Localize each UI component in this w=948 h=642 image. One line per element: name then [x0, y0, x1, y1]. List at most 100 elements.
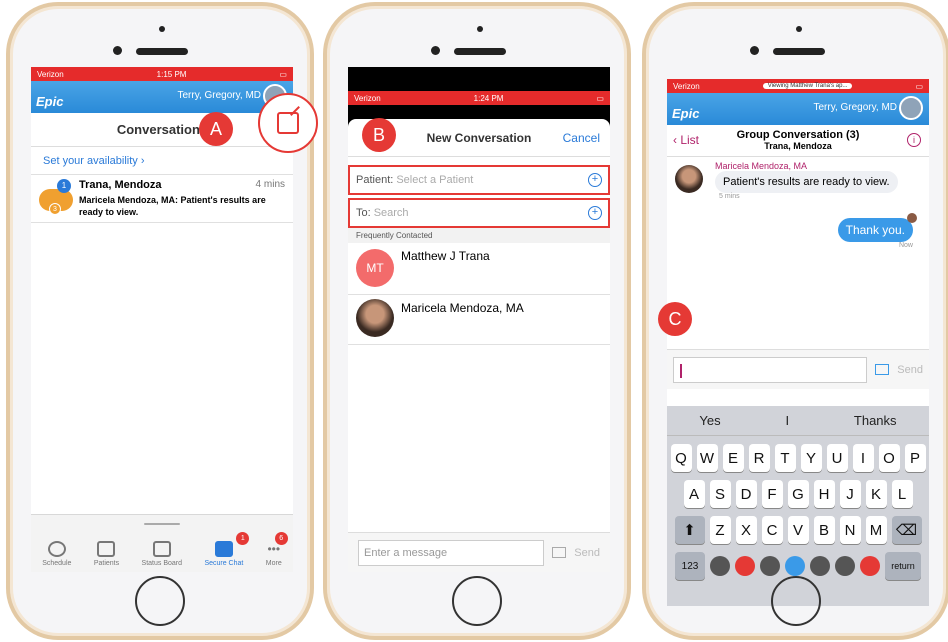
tab-label: Secure Chat [204, 560, 244, 567]
conversation-name: Trana, Mendoza [79, 179, 162, 191]
modal-sheet: New Conversation Cancel Patient: Select … [348, 119, 610, 572]
key-p[interactable]: P [904, 444, 926, 472]
key-m[interactable]: M [865, 516, 887, 544]
key-q[interactable]: Q [670, 444, 692, 472]
patient-field[interactable]: Patient: Select a Patient + [348, 165, 610, 195]
key-j[interactable]: J [839, 480, 861, 508]
tab-label: More [265, 560, 282, 567]
people-icon [97, 541, 116, 557]
back-list-button[interactable]: ‹ List [673, 133, 699, 147]
incoming-time: 5 mins [719, 193, 740, 200]
patient-label: Patient: [356, 174, 394, 186]
key-l[interactable]: L [891, 480, 913, 508]
key-z[interactable]: Z [709, 516, 731, 544]
numbers-key[interactable]: 123 [675, 552, 705, 580]
avatar[interactable] [899, 96, 923, 120]
chat-badge: 1 [236, 532, 250, 545]
callout-c: C [658, 302, 692, 336]
conversation-row[interactable]: 1 3 Trana, Mendoza 4 mins Maricela Mendo… [31, 175, 293, 223]
suggestion[interactable]: Yes [699, 413, 720, 428]
key-k[interactable]: K [865, 480, 887, 508]
message-input[interactable]: Enter a message [358, 539, 545, 566]
key-w[interactable]: W [696, 444, 718, 472]
patient-placeholder: Select a Patient [396, 174, 474, 186]
key-s[interactable]: S [709, 480, 731, 508]
key-h[interactable]: H [813, 480, 835, 508]
return-key[interactable]: return [885, 552, 921, 580]
carrier: Verizon [37, 69, 64, 79]
chat-icon [214, 541, 233, 557]
camera-dot [113, 46, 122, 55]
speaker-grille [454, 48, 506, 55]
member-count-badge: 3 [49, 203, 61, 215]
key-d[interactable]: D [735, 480, 757, 508]
battery-icon: ▭ [915, 81, 923, 91]
recipient-field[interactable]: To: Search + [348, 198, 610, 228]
key-c[interactable]: C [761, 516, 783, 544]
tab-secure-chat[interactable]: 1 Secure Chat [204, 532, 250, 567]
info-icon[interactable]: i [907, 133, 921, 147]
video-icon[interactable] [735, 556, 755, 576]
user-name: Terry, Gregory, MD [813, 102, 897, 113]
tab-more[interactable]: ••• 6 More [265, 532, 288, 567]
add-patient-icon[interactable]: + [588, 173, 602, 187]
sensor-dot [159, 26, 165, 32]
set-availability-link[interactable]: Set your availability › [31, 147, 293, 175]
key-b[interactable]: B [813, 516, 835, 544]
image-icon[interactable] [875, 364, 890, 375]
modal-title: New Conversation [426, 130, 532, 145]
epic-logo: Epic [672, 106, 700, 121]
key-r[interactable]: R [748, 444, 770, 472]
home-button[interactable] [771, 576, 821, 626]
compose-icon [277, 106, 300, 134]
key-a[interactable]: A [683, 480, 705, 508]
key-v[interactable]: V [787, 516, 809, 544]
share-icon[interactable] [760, 556, 780, 576]
send-button[interactable]: Send [574, 547, 600, 559]
drag-handle[interactable] [144, 523, 180, 525]
image-icon[interactable] [552, 547, 567, 558]
speaker-grille [773, 48, 825, 55]
contact-row[interactable]: MT Matthew J Trana [348, 243, 610, 295]
backspace-key[interactable]: ⌫ [891, 516, 922, 544]
shift-key[interactable]: ⬆ [674, 516, 705, 544]
suggestion[interactable]: Thanks [854, 413, 897, 428]
more-icon[interactable] [835, 556, 855, 576]
screen-conversations: Verizon 1:15 PM ▭ Epic Terry, Gregory, M… [31, 67, 293, 572]
key-t[interactable]: T [774, 444, 796, 472]
more-badge: 6 [274, 532, 288, 545]
key-o[interactable]: O [878, 444, 900, 472]
carrier: Verizon [354, 93, 381, 103]
send-button[interactable]: Send [897, 364, 923, 376]
home-button[interactable] [135, 576, 185, 626]
patient-context-banner[interactable]: Viewing Matthew Trana's ap... [762, 83, 853, 89]
section-header: Frequently Contacted [348, 228, 610, 243]
contact-photo-avatar [356, 299, 394, 337]
key-f[interactable]: F [761, 480, 783, 508]
add-recipient-icon[interactable]: + [588, 206, 602, 220]
key-i[interactable]: I [852, 444, 874, 472]
unread-badge: 1 [57, 179, 71, 193]
key-n[interactable]: N [839, 516, 861, 544]
clock: 1:24 PM [473, 93, 504, 103]
person-icon[interactable] [785, 556, 805, 576]
end-call-icon[interactable] [860, 556, 880, 576]
contact-row[interactable]: Maricela Mendoza, MA [348, 295, 610, 345]
home-button[interactable] [452, 576, 502, 626]
key-x[interactable]: X [735, 516, 757, 544]
tab-patients[interactable]: Patients [94, 541, 119, 567]
tab-schedule[interactable]: Schedule [42, 541, 71, 567]
tab-status-board[interactable]: Status Board [142, 541, 182, 567]
chat-bubble-icon[interactable] [810, 556, 830, 576]
key-g[interactable]: G [787, 480, 809, 508]
key-u[interactable]: U [826, 444, 848, 472]
message-input[interactable] [673, 356, 868, 383]
conversation-title: Group Conversation (3) [736, 129, 860, 141]
mic-icon[interactable] [710, 556, 730, 576]
key-y[interactable]: Y [800, 444, 822, 472]
compose-button[interactable] [258, 93, 318, 153]
suggestion[interactable]: I [785, 413, 789, 428]
conversation-preview: Maricela Mendoza, MA: Patient's results … [79, 195, 266, 217]
key-e[interactable]: E [722, 444, 744, 472]
cancel-button[interactable]: Cancel [563, 131, 600, 145]
